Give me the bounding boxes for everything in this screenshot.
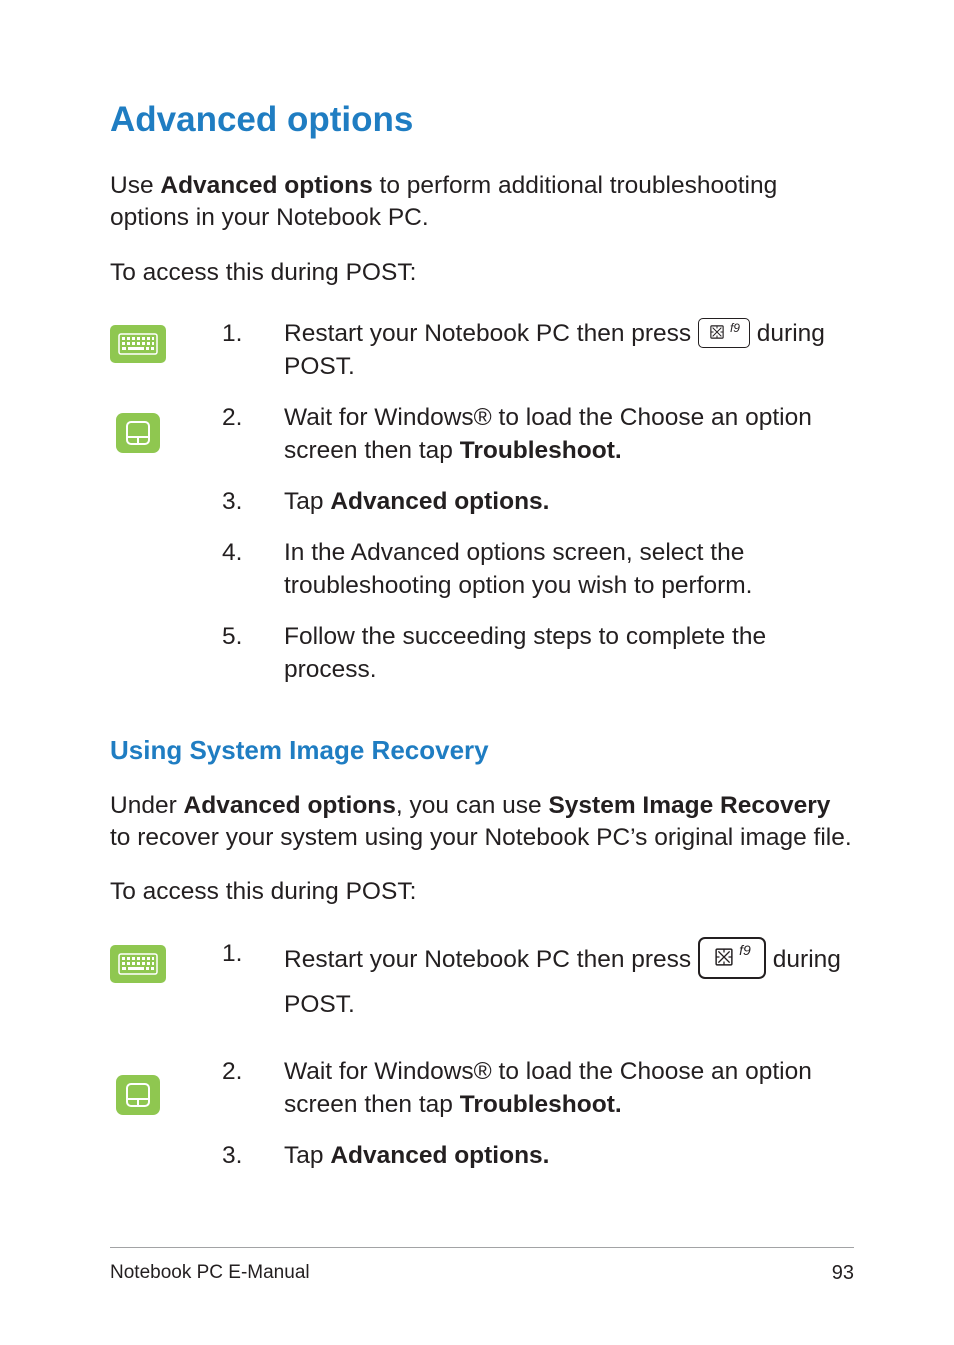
- touchpad-icon: [116, 413, 160, 453]
- step-num: 2.: [222, 1055, 284, 1088]
- t2b: Troubleshoot.: [460, 1091, 622, 1118]
- step-a3: 3. Tap Advanced options.: [222, 485, 854, 518]
- step-text: Restart your Notebook PC then press f9 d…: [284, 317, 854, 383]
- intro-bold: Advanced options: [160, 172, 372, 199]
- page-title: Advanced options: [110, 100, 854, 140]
- touchpad-icon: [116, 1075, 160, 1115]
- step-text: In the Advanced options screen, select t…: [284, 536, 854, 602]
- step-num: 3.: [222, 1139, 284, 1172]
- key-label: f9: [739, 938, 751, 964]
- step-a4: 4. In the Advanced options screen, selec…: [222, 536, 854, 602]
- gutter-icons-a: [110, 317, 180, 453]
- section-heading-sir: Using System Image Recovery: [110, 735, 854, 766]
- f9-key-icon: f9: [698, 318, 750, 348]
- sir-b2: System Image Recovery: [548, 792, 830, 819]
- ordered-steps-a: 1. Restart your Notebook PC then press f…: [222, 317, 854, 687]
- ordered-steps-b: 1. Restart your Notebook PC then press f…: [222, 937, 854, 1173]
- intro-paragraph: Use Advanced options to perform addition…: [110, 170, 854, 235]
- step-num: 4.: [222, 536, 284, 569]
- t1a: Restart your Notebook PC then press: [284, 946, 698, 973]
- gutter-icons-b: [110, 937, 180, 1115]
- keyboard-icon: [110, 945, 166, 983]
- step-a5: 5. Follow the succeeding steps to comple…: [222, 620, 854, 686]
- t3b: Advanced options.: [330, 1142, 549, 1169]
- steps-block-b: 1. Restart your Notebook PC then press f…: [110, 937, 854, 1173]
- t3a: Tap: [284, 488, 330, 515]
- step-num: 1.: [222, 317, 284, 350]
- step-text: Tap Advanced options.: [284, 1139, 854, 1172]
- steps-block-a: 1. Restart your Notebook PC then press f…: [110, 317, 854, 687]
- step-text: Wait for Windows® to load the Choose an …: [284, 401, 854, 467]
- sir-post: to recover your system using your Notebo…: [110, 824, 852, 851]
- page-footer: Notebook PC E-Manual 93: [110, 1247, 854, 1285]
- intro-pre: Use: [110, 172, 160, 199]
- key-label: f9: [730, 320, 740, 336]
- access-line-b: To access this during POST:: [110, 876, 854, 908]
- step-b1: 1. Restart your Notebook PC then press f…: [222, 937, 854, 1028]
- step-text: Wait for Windows® to load the Choose an …: [284, 1055, 854, 1121]
- sir-b1: Advanced options: [184, 792, 396, 819]
- step-a2: 2. Wait for Windows® to load the Choose …: [222, 401, 854, 467]
- t2b: Troubleshoot.: [460, 437, 622, 464]
- f9-key-icon: f9: [698, 937, 766, 979]
- page-number: 93: [832, 1262, 854, 1285]
- t1a: Restart your Notebook PC then press: [284, 320, 698, 347]
- step-b3: 3. Tap Advanced options.: [222, 1139, 854, 1172]
- keyboard-icon: [110, 325, 166, 363]
- sir-paragraph: Under Advanced options, you can use Syst…: [110, 790, 854, 855]
- sir-pre: Under: [110, 792, 184, 819]
- step-text: Restart your Notebook PC then press f9 d…: [284, 937, 854, 1028]
- step-text: Tap Advanced options.: [284, 485, 854, 518]
- t3a: Tap: [284, 1142, 330, 1169]
- step-num: 5.: [222, 620, 284, 653]
- step-num: 3.: [222, 485, 284, 518]
- step-num: 2.: [222, 401, 284, 434]
- step-b2: 2. Wait for Windows® to load the Choose …: [222, 1055, 854, 1121]
- access-line-a: To access this during POST:: [110, 257, 854, 289]
- t3b: Advanced options.: [330, 488, 549, 515]
- step-a1: 1. Restart your Notebook PC then press f…: [222, 317, 854, 383]
- step-text: Follow the succeeding steps to complete …: [284, 620, 854, 686]
- footer-title: Notebook PC E-Manual: [110, 1262, 310, 1285]
- step-num: 1.: [222, 937, 284, 970]
- sir-mid: , you can use: [396, 792, 549, 819]
